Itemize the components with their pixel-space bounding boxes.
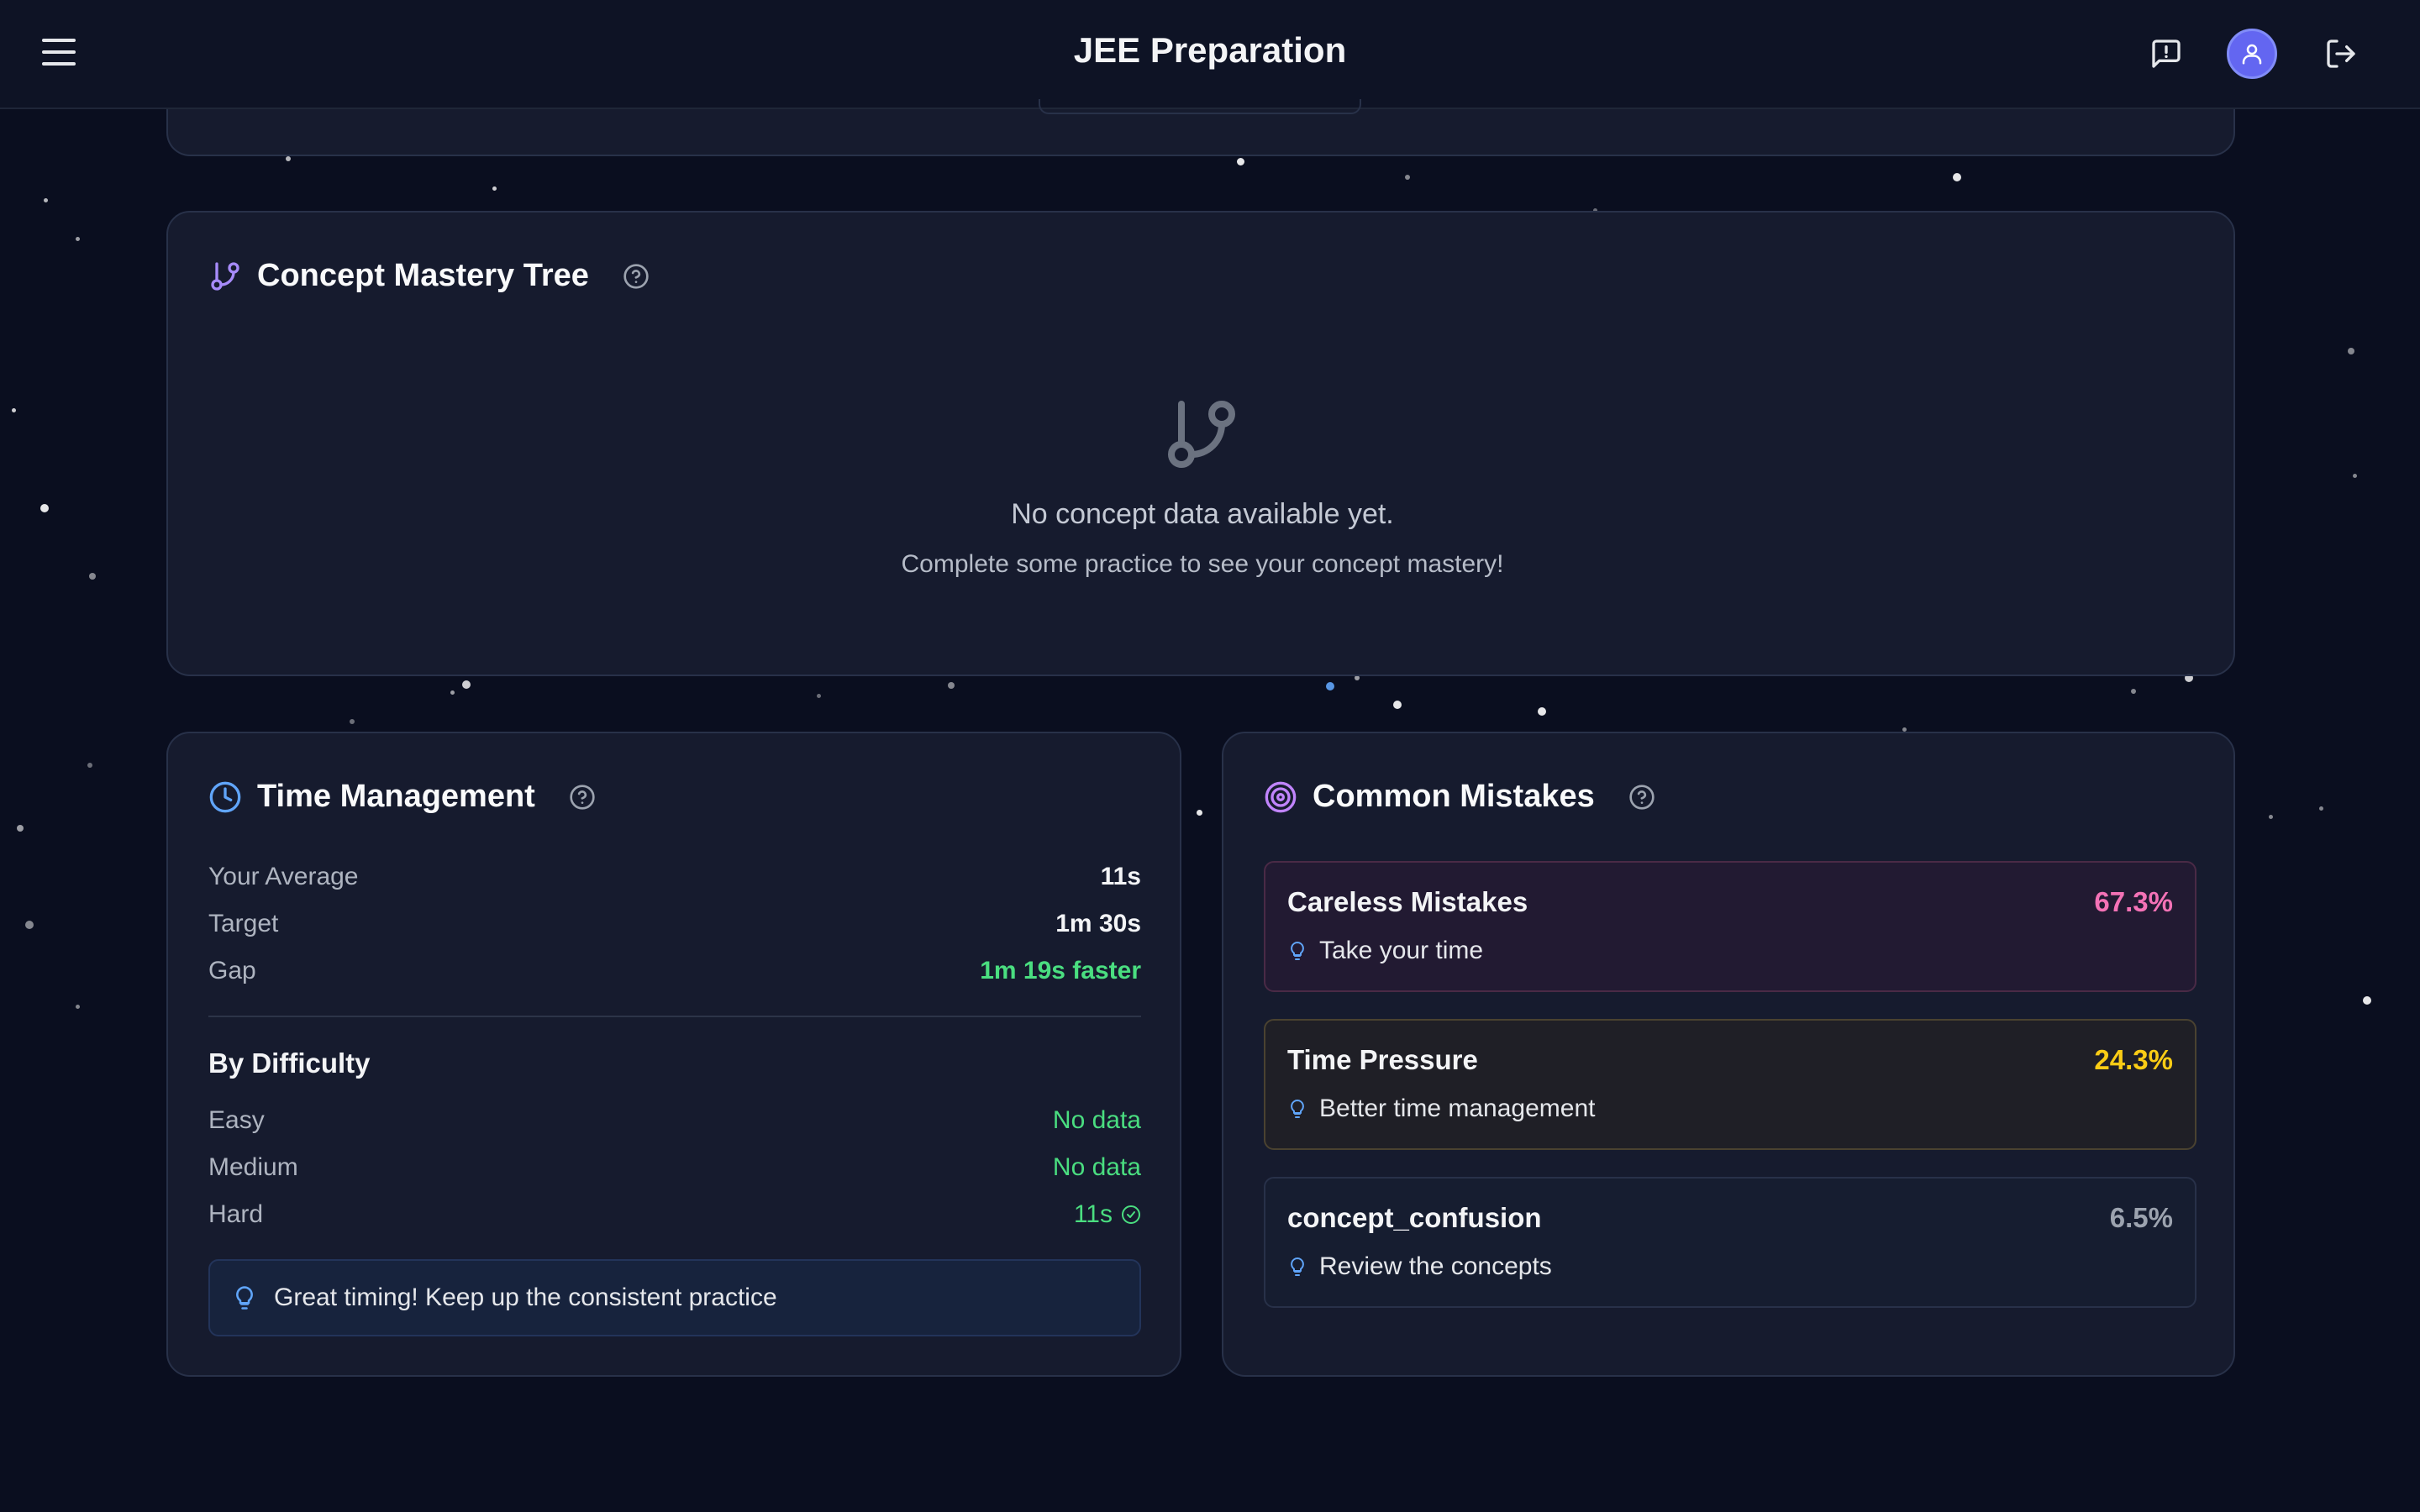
mistake-tip: Review the concepts xyxy=(1287,1252,1552,1281)
help-circle-icon[interactable] xyxy=(623,263,650,290)
stat-label: Your Average xyxy=(208,863,359,890)
check-circle-icon xyxy=(1122,1205,1140,1224)
concept-mastery-header: Concept Mastery Tree xyxy=(208,258,650,294)
clock-icon xyxy=(209,781,241,812)
mistake-percent: 6.5% xyxy=(2109,1202,2173,1233)
logout-icon xyxy=(2327,39,2355,68)
mistake-item-concept-confusion: concept_confusion 6.5% Review the concep… xyxy=(1264,1177,2196,1308)
difficulty-value: 11s xyxy=(1073,1200,1113,1228)
lightbulb-icon xyxy=(236,1286,253,1310)
mistake-tip-text: Better time management xyxy=(1319,1095,1596,1122)
previous-card-tab xyxy=(1039,99,1361,114)
empty-state-subtitle: Complete some practice to see your conce… xyxy=(901,550,1504,578)
timing-tip: Great timing! Keep up the consistent pra… xyxy=(208,1259,1141,1336)
difficulty-row-medium: Medium No data xyxy=(208,1153,1141,1182)
mistake-tip-text: Take your time xyxy=(1319,937,1484,964)
time-management-title: Time Management xyxy=(257,779,535,814)
lightbulb-icon xyxy=(1291,1257,1304,1276)
help-circle-icon[interactable] xyxy=(1628,784,1655,811)
stat-label: Gap xyxy=(208,957,256,984)
common-mistakes-header: Common Mistakes xyxy=(1264,779,1655,815)
git-branch-icon xyxy=(1168,401,1235,468)
mistake-name: concept_confusion xyxy=(1287,1202,1542,1233)
time-management-header: Time Management xyxy=(208,779,596,815)
common-mistakes-card: Common Mistakes Careless Mistakes 67.3% … xyxy=(1222,732,2235,1377)
git-branch-icon xyxy=(211,261,239,291)
stat-row-gap: Gap 1m 19s faster xyxy=(208,957,1141,985)
avatar-button[interactable] xyxy=(2227,29,2277,79)
stat-row-target: Target 1m 30s xyxy=(208,910,1141,938)
difficulty-label: Hard xyxy=(208,1200,264,1228)
user-icon xyxy=(2242,44,2262,65)
app-title: JEE Preparation xyxy=(1073,30,1347,70)
common-mistakes-title: Common Mistakes xyxy=(1313,779,1595,814)
mistake-percent: 24.3% xyxy=(2094,1044,2173,1075)
mistake-percent: 67.3% xyxy=(2094,886,2173,917)
mistake-tip: Better time management xyxy=(1287,1095,1596,1123)
mistake-tip: Take your time xyxy=(1287,937,1483,965)
feedback-button[interactable] xyxy=(2141,29,2191,79)
stat-value: 1m 19s faster xyxy=(980,957,1141,984)
difficulty-value: No data xyxy=(1052,1153,1141,1181)
time-management-card: Time Management Your Average 11s Target … xyxy=(166,732,1181,1377)
difficulty-value: No data xyxy=(1052,1106,1141,1134)
difficulty-label: Medium xyxy=(208,1153,298,1181)
message-alert-icon xyxy=(2152,39,2181,68)
target-icon xyxy=(1265,781,1297,812)
mistake-name: Time Pressure xyxy=(1287,1044,1478,1075)
difficulty-value-wrap: 11s xyxy=(1074,1200,1141,1229)
concept-mastery-card: Concept Mastery Tree No concept data ava… xyxy=(166,211,2235,676)
empty-state-title: No concept data available yet. xyxy=(1011,498,1394,530)
difficulty-row-hard: Hard 11s xyxy=(208,1200,1141,1229)
stat-value: 11s xyxy=(1100,863,1141,890)
mistake-item-careless: Careless Mistakes 67.3% Take your time xyxy=(1264,861,2196,992)
lightbulb-icon xyxy=(1291,1100,1304,1118)
mistake-name: Careless Mistakes xyxy=(1287,886,1528,917)
concept-mastery-title: Concept Mastery Tree xyxy=(257,258,589,293)
mistake-tip-text: Review the concepts xyxy=(1319,1252,1552,1280)
lightbulb-icon xyxy=(1291,942,1304,960)
stat-row-average: Your Average 11s xyxy=(208,863,1141,891)
help-circle-icon[interactable] xyxy=(569,784,596,811)
timing-tip-text: Great timing! Keep up the consistent pra… xyxy=(274,1284,777,1311)
difficulty-row-easy: Easy No data xyxy=(208,1106,1141,1135)
divider xyxy=(208,1016,1141,1017)
stat-value: 1m 30s xyxy=(1055,910,1141,937)
stat-label: Target xyxy=(208,910,279,937)
logout-button[interactable] xyxy=(2316,29,2366,79)
difficulty-label: Easy xyxy=(208,1106,265,1134)
by-difficulty-title: By Difficulty xyxy=(208,1047,371,1079)
top-bar: JEE Preparation xyxy=(0,0,2420,109)
mistake-item-time-pressure: Time Pressure 24.3% Better time manageme… xyxy=(1264,1019,2196,1150)
